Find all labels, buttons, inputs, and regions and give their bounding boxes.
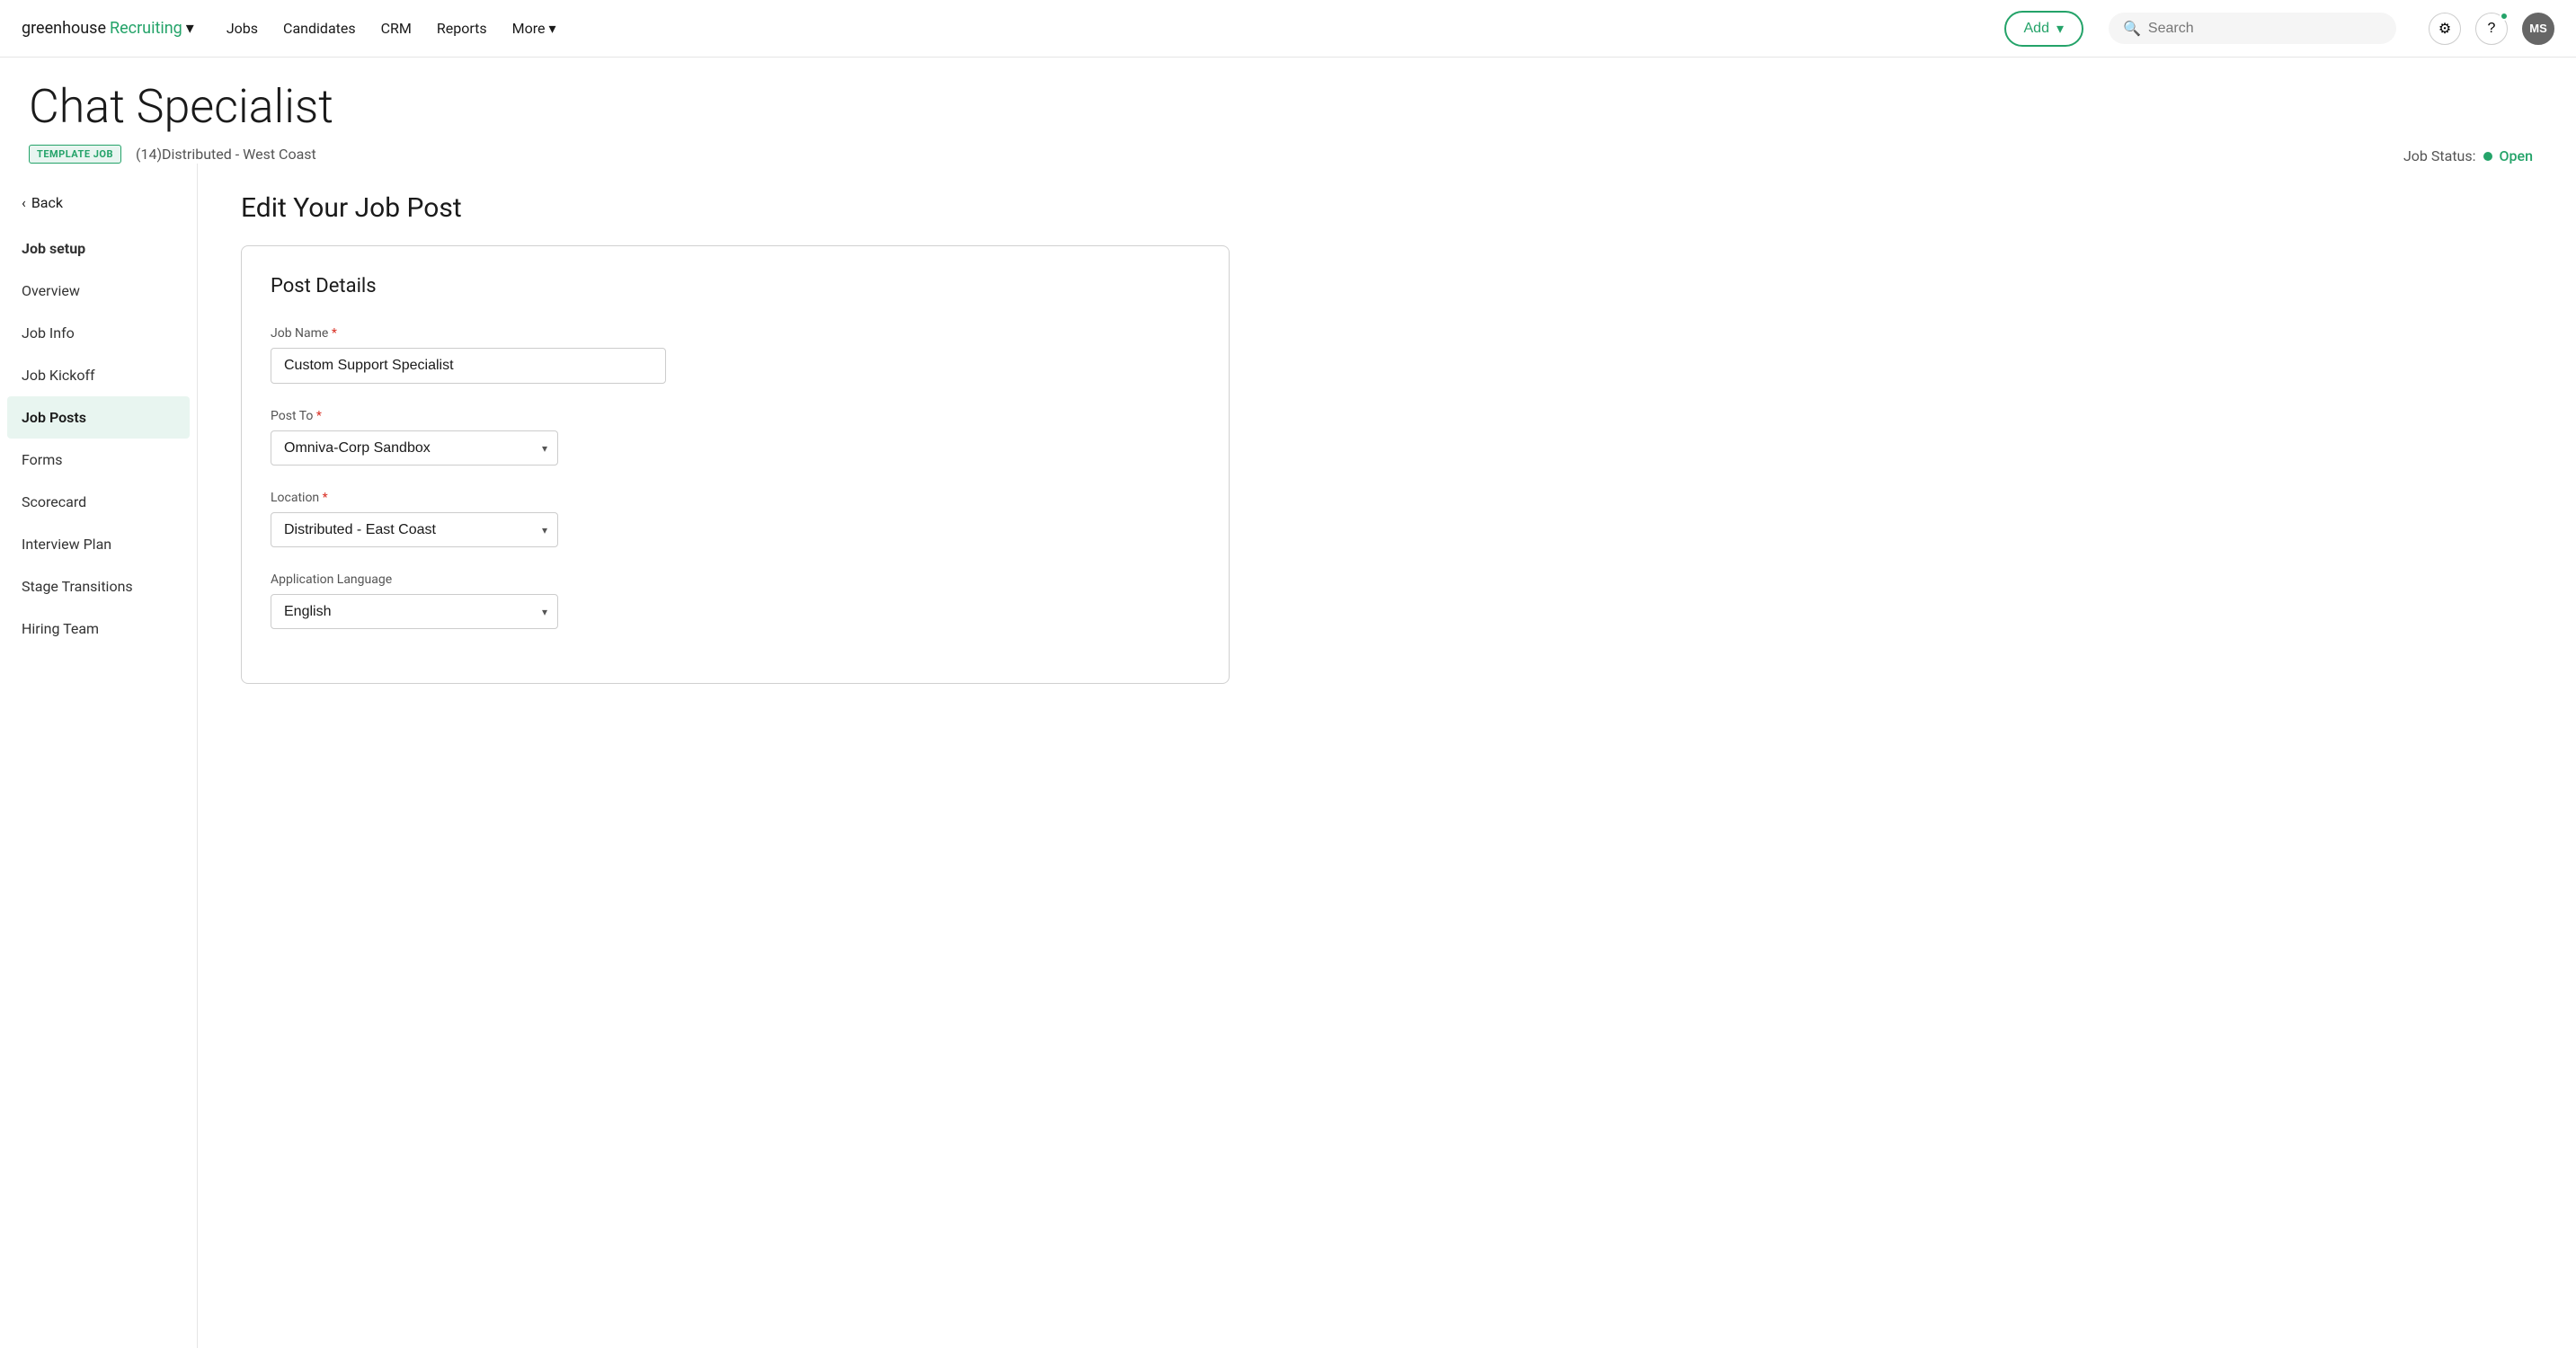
app-language-select[interactable]: English Spanish French [271,594,558,629]
add-button[interactable]: Add ▾ [2004,11,2084,47]
nav-crm[interactable]: CRM [381,20,412,37]
post-to-field: Post To * Omniva-Corp Sandbox Internal L… [271,409,1200,466]
sidebar-item-hiring-team[interactable]: Hiring Team [0,607,197,650]
edit-title: Edit Your Job Post [241,192,2533,224]
nav-more[interactable]: More ▾ [512,20,556,37]
sidebar-item-interview-plan[interactable]: Interview Plan [0,523,197,565]
location-select[interactable]: Distributed - East Coast Distributed - W… [271,512,558,547]
form-card: Post Details Job Name * Post To * Omniva… [241,245,1230,684]
logo-green-text: Recruiting [110,19,182,38]
post-to-required: * [316,409,322,423]
sidebar-item-overview[interactable]: Overview [0,270,197,312]
search-icon: 🔍 [2123,20,2141,37]
back-chevron-icon: ‹ [22,194,26,211]
job-name-field: Job Name * [271,326,1200,384]
location-field: Location * Distributed - East Coast Dist… [271,491,1200,547]
add-chevron-icon: ▾ [2056,20,2064,38]
post-to-label: Post To * [271,409,1200,423]
more-chevron-icon: ▾ [549,20,556,37]
help-button[interactable]: ? [2475,13,2508,45]
app-language-select-wrapper: English Spanish French ▾ [271,594,558,629]
search-box[interactable]: 🔍 [2109,13,2396,44]
sidebar-item-forms[interactable]: Forms [0,439,197,481]
location-label: Location * [271,491,1200,505]
notification-badge [2500,12,2509,21]
layout: ‹ Back Job setup Overview Job Info Job K… [0,164,2576,1348]
job-status-value: Open [2500,147,2534,164]
card-title: Post Details [271,275,1200,297]
job-status-label: Job Status: [2403,147,2476,164]
sidebar-item-job-info[interactable]: Job Info [0,312,197,354]
nav-jobs[interactable]: Jobs [227,20,258,37]
nav-links: Jobs Candidates CRM Reports More ▾ [227,20,1979,37]
nav-reports[interactable]: Reports [437,20,487,37]
job-name-required: * [332,326,337,341]
top-nav: greenhouse Recruiting ▾ Jobs Candidates … [0,0,2576,58]
app-language-label: Application Language [271,572,1200,587]
app-language-field: Application Language English Spanish Fre… [271,572,1200,629]
sidebar-item-job-setup[interactable]: Job setup [0,227,197,270]
nav-candidates[interactable]: Candidates [283,20,356,37]
status-dot-icon [2483,152,2492,161]
search-input[interactable] [2148,21,2382,37]
main-content: Edit Your Job Post Post Details Job Name… [198,164,2576,1348]
logo-chevron-icon: ▾ [186,19,194,38]
logo-text: greenhouse [22,19,106,38]
sidebar-item-job-kickoff[interactable]: Job Kickoff [0,354,197,396]
sidebar-item-job-posts[interactable]: Job Posts [7,396,190,439]
location-required: * [323,491,328,505]
page-title: Chat Specialist [29,79,2547,134]
avatar-button[interactable]: MS [2522,13,2554,45]
job-status: Job Status: Open [2403,147,2533,164]
job-name-label: Job Name * [271,326,1200,341]
post-to-select[interactable]: Omniva-Corp Sandbox Internal LinkedIn [271,430,558,466]
sidebar: ‹ Back Job setup Overview Job Info Job K… [0,164,198,1348]
question-icon: ? [2488,21,2496,37]
gear-icon: ⚙ [2438,20,2451,38]
job-name-input[interactable] [271,348,666,384]
page-subtitle: (14)Distributed - West Coast [136,146,316,163]
template-badge: TEMPLATE JOB [29,145,121,164]
nav-icons: ⚙ ? MS [2429,13,2554,45]
back-link[interactable]: ‹ Back [0,185,197,220]
page-meta: TEMPLATE JOB (14)Distributed - West Coas… [29,145,2547,164]
sidebar-item-scorecard[interactable]: Scorecard [0,481,197,523]
location-select-wrapper: Distributed - East Coast Distributed - W… [271,512,558,547]
settings-button[interactable]: ⚙ [2429,13,2461,45]
logo[interactable]: greenhouse Recruiting ▾ [22,19,194,38]
sidebar-item-stage-transitions[interactable]: Stage Transitions [0,565,197,607]
post-to-select-wrapper: Omniva-Corp Sandbox Internal LinkedIn ▾ [271,430,558,466]
page-header: Chat Specialist TEMPLATE JOB (14)Distrib… [0,58,2576,164]
